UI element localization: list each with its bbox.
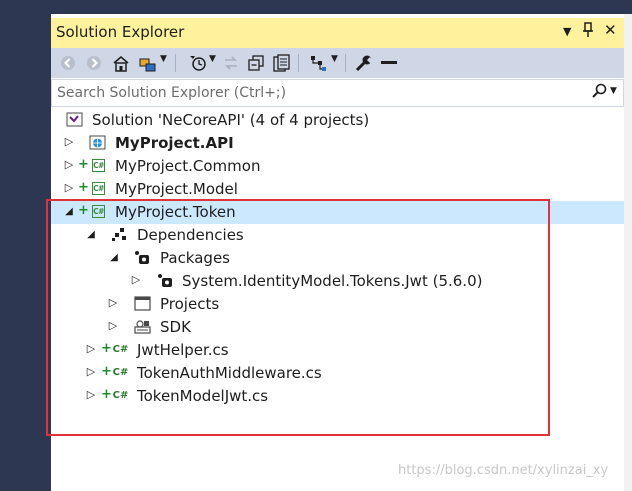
dependencies-icon xyxy=(111,227,128,242)
tree-item-file-jwthelper[interactable]: ▷ + C# JwtHelper.cs xyxy=(51,339,624,362)
collapse-arrow-icon[interactable]: ◢ xyxy=(64,206,74,217)
tree-item-projects-node[interactable]: ▷ Projects xyxy=(51,293,624,316)
tree-item-project-model[interactable]: ▷ + C# MyProject.Model xyxy=(51,178,624,201)
tree-item-label: JwtHelper.cs xyxy=(137,341,229,359)
pin-icon[interactable] xyxy=(582,22,594,42)
properties-icon[interactable] xyxy=(355,53,373,73)
expand-arrow-icon[interactable]: ▷ xyxy=(108,296,118,309)
properties-view-icon[interactable] xyxy=(310,53,328,73)
git-added-icon: + xyxy=(101,387,112,402)
git-added-icon: + xyxy=(78,203,89,218)
tree-item-project-api[interactable]: ▷ MyProject.API xyxy=(51,132,624,155)
pending-changes-filter-icon[interactable] xyxy=(189,53,207,73)
tree-item-project-common[interactable]: ▷ + C# MyProject.Common xyxy=(51,155,624,178)
show-all-files-icon[interactable] xyxy=(273,53,290,73)
tree-item-label: Projects xyxy=(160,295,220,313)
search-input[interactable] xyxy=(57,83,577,103)
tree-item-project-token[interactable]: ◢ + C# MyProject.Token xyxy=(51,201,624,224)
watermark-text: https://blog.csdn.net/xylinzai_xy xyxy=(398,463,609,478)
tree-item-package-jwt[interactable]: ▷ System.IdentityModel.Tokens.Jwt (5.6.0… xyxy=(51,270,624,293)
preview-icon[interactable] xyxy=(380,53,398,73)
window-position-dropdown-icon[interactable]: ▼ xyxy=(563,25,571,38)
tree-item-file-modeljwt[interactable]: ▷ + C# TokenModelJwt.cs xyxy=(51,385,624,408)
panel-title-bar: Solution Explorer ▼ ✕ xyxy=(51,18,624,48)
nuget-package-icon xyxy=(134,250,151,265)
expand-arrow-icon[interactable]: ▷ xyxy=(108,319,118,332)
tree-item-label: MyProject.Common xyxy=(115,157,261,175)
csharp-project-icon: C# xyxy=(92,159,105,172)
tree-item-label: TokenModelJwt.cs xyxy=(137,387,269,405)
tree-item-label: MyProject.Model xyxy=(115,180,238,198)
tree-item-label: SDK xyxy=(160,318,191,336)
csharp-file-icon: C# xyxy=(112,390,129,401)
ide-background-top xyxy=(0,0,632,14)
solution-explorer-toolbar: ▼ ▼ ▼ xyxy=(51,48,624,78)
close-icon[interactable]: ✕ xyxy=(604,21,617,39)
collapse-arrow-icon[interactable]: ◢ xyxy=(109,252,119,263)
tree-item-sdk[interactable]: ▷ SDK xyxy=(51,316,624,339)
forward-icon[interactable] xyxy=(86,53,102,73)
git-added-icon: + xyxy=(78,180,89,195)
web-project-icon xyxy=(89,135,106,150)
toolbar-separator xyxy=(298,54,299,72)
properties-view-dropdown-icon[interactable]: ▼ xyxy=(331,54,338,64)
expand-arrow-icon[interactable]: ▷ xyxy=(131,273,141,286)
expand-arrow-icon[interactable]: ▷ xyxy=(64,158,74,171)
tree-item-label: TokenAuthMiddleware.cs xyxy=(137,364,322,382)
git-added-icon: + xyxy=(101,341,112,356)
tree-item-label: System.IdentityModel.Tokens.Jwt (5.6.0) xyxy=(182,272,483,290)
panel-title: Solution Explorer xyxy=(56,23,185,41)
git-added-icon: + xyxy=(101,364,112,379)
tree-item-packages[interactable]: ◢ Packages xyxy=(51,247,624,270)
collapse-arrow-icon[interactable]: ◢ xyxy=(86,229,96,240)
expand-arrow-icon[interactable]: ▷ xyxy=(86,365,96,378)
toolbar-separator xyxy=(345,54,346,72)
expand-arrow-icon[interactable]: ▷ xyxy=(86,342,96,355)
sdk-icon xyxy=(134,319,151,334)
csharp-file-icon: C# xyxy=(112,344,129,355)
tree-item-label: Packages xyxy=(160,249,230,267)
expand-arrow-icon[interactable]: ▷ xyxy=(86,388,96,401)
sync-icon[interactable] xyxy=(223,53,239,73)
csharp-project-icon: C# xyxy=(92,205,105,218)
search-icon[interactable] xyxy=(592,83,607,102)
filter-dropdown-icon[interactable]: ▼ xyxy=(209,54,216,64)
tree-item-label: Dependencies xyxy=(137,226,244,244)
search-options-dropdown-icon[interactable]: ▼ xyxy=(610,86,617,96)
scroll-gutter xyxy=(624,14,632,491)
tree-item-label: Solution 'NeCoreAPI' (4 of 4 projects) xyxy=(92,111,370,129)
nuget-package-icon xyxy=(157,273,174,288)
solution-explorer-panel: Solution Explorer ▼ ✕ ▼ ▼ ▼ Search Solut… xyxy=(51,14,624,491)
search-box[interactable]: ▼ xyxy=(51,79,624,107)
tree-item-file-middleware[interactable]: ▷ + C# TokenAuthMiddleware.cs xyxy=(51,362,624,385)
tree-item-label: MyProject.Token xyxy=(115,203,236,221)
toolbar-separator xyxy=(175,54,176,72)
switch-views-dropdown-icon[interactable]: ▼ xyxy=(160,54,167,64)
git-added-icon: + xyxy=(78,157,89,172)
application-icon xyxy=(134,296,151,311)
expand-arrow-icon[interactable]: ▷ xyxy=(64,181,74,194)
csharp-project-icon: C# xyxy=(92,182,105,195)
tree-item-label: MyProject.API xyxy=(115,134,234,152)
collapse-all-icon[interactable] xyxy=(248,53,265,73)
tree-item-dependencies[interactable]: ◢ Dependencies xyxy=(51,224,624,247)
csharp-file-icon: C# xyxy=(112,367,129,378)
back-icon[interactable] xyxy=(60,53,76,73)
solution-icon xyxy=(66,112,83,127)
home-icon[interactable] xyxy=(112,53,130,73)
switch-views-icon[interactable] xyxy=(139,53,157,73)
expand-arrow-icon[interactable]: ▷ xyxy=(64,135,74,148)
ide-background-left xyxy=(0,0,51,491)
tree-item-solution[interactable]: Solution 'NeCoreAPI' (4 of 4 projects) xyxy=(51,109,624,132)
